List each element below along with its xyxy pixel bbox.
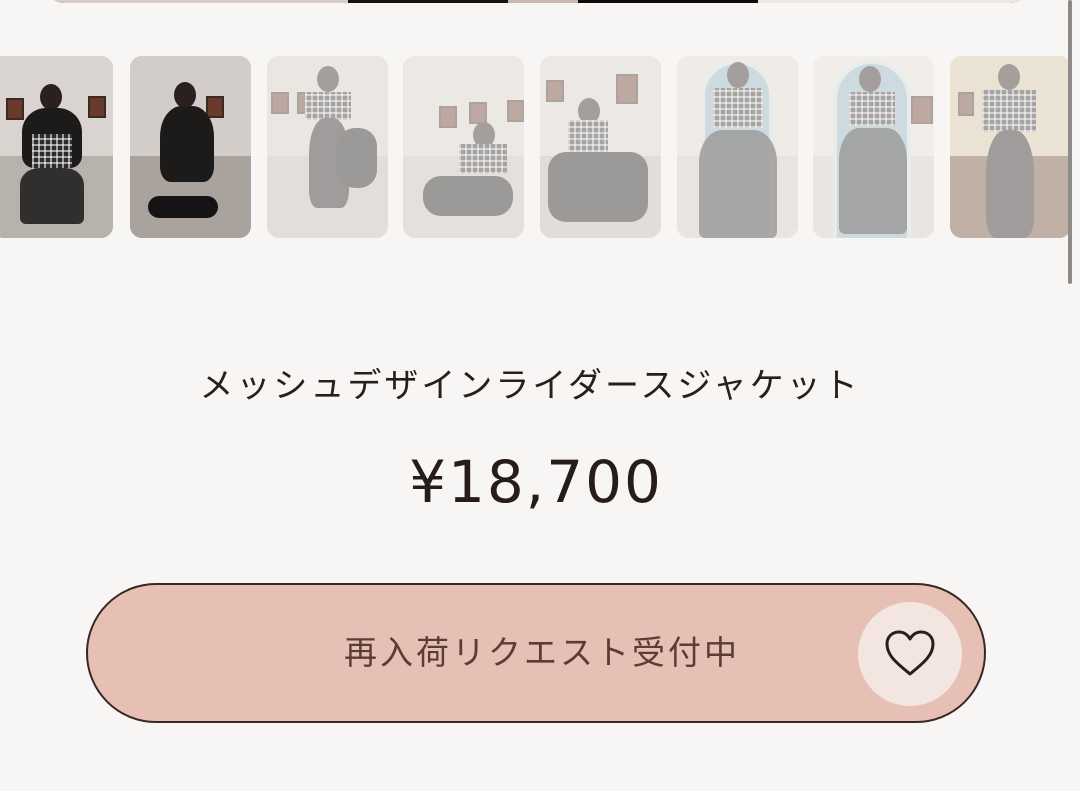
heart-outline-icon (885, 630, 935, 676)
thumbnail-image[interactable] (950, 56, 1071, 238)
restock-request-button[interactable]: 再入荷リクエスト受付中 (86, 583, 986, 723)
thumbnail-image[interactable] (267, 56, 388, 238)
product-name: メッシュデザインライダースジャケット (199, 366, 861, 406)
scrollbar[interactable] (1068, 0, 1072, 284)
thumbnail-image[interactable] (403, 56, 524, 238)
product-price: ¥18,700 (409, 448, 663, 516)
thumbnail-image[interactable] (130, 56, 251, 238)
main-product-image[interactable] (48, 0, 1026, 3)
thumbnail-image[interactable] (0, 56, 113, 238)
thumbnail-image[interactable] (540, 56, 661, 238)
thumbnail-image[interactable] (813, 56, 934, 238)
thumbnail-gallery (0, 56, 1080, 238)
thumbnail-image[interactable] (677, 56, 798, 238)
product-page: メッシュデザインライダースジャケット ¥18,700 再入荷リクエスト受付中 (0, 0, 1080, 791)
favorite-button[interactable] (858, 602, 962, 706)
